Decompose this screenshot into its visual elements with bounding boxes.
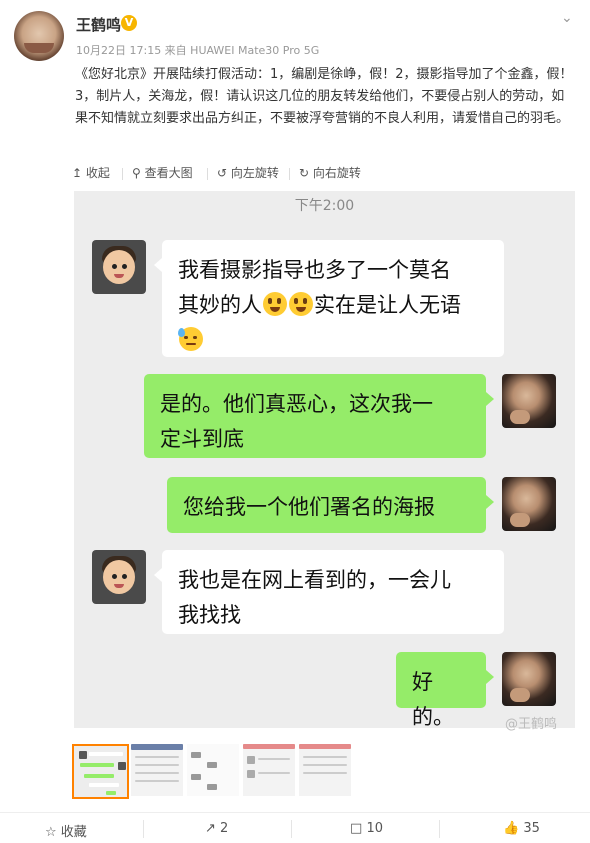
post-meta: 10月22日 17:15 来自 HUAWEI Mate30 Pro 5G [76,44,320,57]
avatar [502,652,556,706]
rotate-left-button[interactable]: ↺ 向左旋转 [217,164,279,181]
watermark: @王鹤鸣 [505,717,558,732]
thumbnail-2[interactable] [131,744,183,796]
view-large-button[interactable]: ⚲ 查看大图 [132,164,193,181]
avatar [92,550,146,604]
thumbnail-1[interactable] [72,744,129,799]
chat-bubble: 我看摄影指导也多了一个莫名 其妙的人 实在是让人无语 [154,240,504,357]
thumbnail-5[interactable] [299,744,351,796]
verified-badge-icon: V [121,15,137,31]
search-icon: ⚲ [132,166,141,180]
comment-icon: □ [350,821,363,836]
flushed-emoji-icon [263,292,287,316]
favorite-button[interactable]: ☆ 收藏 [45,821,87,840]
divider [207,168,208,180]
chat-bubble: 我也是在网上看到的，一会儿 我找找 [154,550,504,634]
divider [289,168,290,180]
chevron-down-icon[interactable]: ⌄ [561,10,573,26]
post-header: 王鹤鸣 V ⌄ 10月22日 17:15 来自 HUAWEI Mate30 Pr… [0,0,590,62]
chat-bubble: 是的。他们真恶心，这次我一 定斗到底 [144,374,494,458]
like-button[interactable]: 👍 35 [503,821,540,836]
rotate-left-icon: ↺ [217,166,228,180]
collapse-icon: ↥ [72,166,83,180]
rotate-right-icon: ↻ [299,166,310,180]
rotate-right-button[interactable]: ↻ 向右旋转 [299,164,361,181]
chat-screenshot-image[interactable]: 下午2:00 我看摄影指导也多了一个莫名 其妙的人 实在是让人无语 是的。他们真恶… [74,191,575,728]
divider [439,820,440,838]
thumbnail-3[interactable] [187,744,239,796]
user-avatar[interactable] [14,11,64,61]
divider [122,168,123,180]
thumbs-up-icon: 👍 [503,821,520,836]
post-actions: ☆ 收藏 ↗ 2 □ 10 👍 35 [0,813,590,843]
avatar [92,240,146,294]
star-icon: ☆ [45,825,57,840]
username[interactable]: 王鹤鸣 [76,14,121,35]
avatar [502,477,556,531]
flushed-emoji-icon [289,292,313,316]
thumbnail-4[interactable] [243,744,295,796]
divider [291,820,292,838]
chat-bubble: 好的。 [396,652,494,728]
repost-icon: ↗ [205,821,216,836]
sweat-emoji-icon [178,327,203,351]
comment-button[interactable]: □ 10 [350,821,383,836]
repost-button[interactable]: ↗ 2 [205,821,228,836]
chat-bubble: 您给我一个他们署名的海报 [167,477,494,533]
chat-timestamp: 下午2:00 [294,198,355,214]
post-text: 《您好北京》开展陆续打假活动：1，编剧是徐峥，假！2，摄影指导加了个金鑫，假！3… [75,67,573,126]
avatar [502,374,556,428]
collapse-button[interactable]: ↥ 收起 [72,164,110,181]
divider [143,820,144,838]
